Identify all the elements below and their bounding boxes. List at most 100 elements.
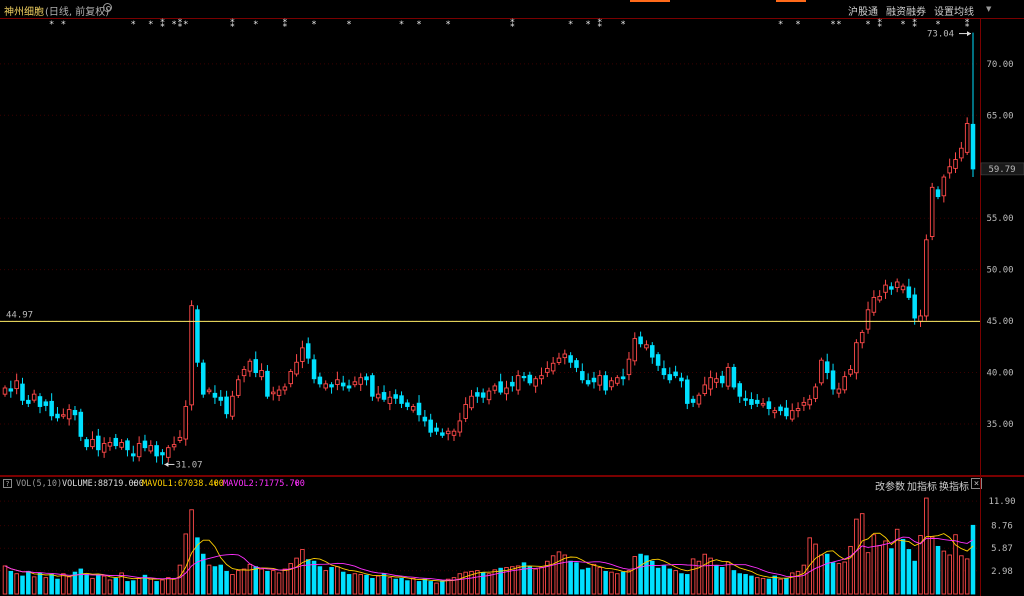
candle[interactable]	[101, 437, 107, 458]
volume-bar[interactable]	[317, 566, 323, 595]
volume-bar[interactable]	[964, 558, 970, 595]
candle[interactable]	[131, 445, 136, 462]
candle[interactable]	[556, 352, 562, 366]
candle[interactable]	[784, 400, 789, 420]
candle[interactable]	[632, 332, 638, 366]
event-marker[interactable]: ⁑	[178, 18, 183, 30]
candle[interactable]	[393, 389, 398, 404]
volume-bar[interactable]	[358, 574, 363, 595]
volume-bar[interactable]	[78, 568, 84, 595]
volume-bar[interactable]	[824, 553, 830, 595]
volume-bar[interactable]	[8, 570, 14, 595]
candle[interactable]	[900, 283, 906, 294]
volume-bar[interactable]	[871, 534, 877, 595]
candle[interactable]	[148, 440, 154, 454]
volume-bar[interactable]	[760, 577, 766, 595]
volume-bar[interactable]	[31, 576, 37, 595]
candle[interactable]	[591, 371, 597, 389]
volume-bar[interactable]	[597, 567, 603, 595]
volume-bar[interactable]	[865, 552, 871, 595]
volume-bar[interactable]	[463, 571, 468, 595]
candle[interactable]	[754, 394, 760, 408]
candle[interactable]	[37, 393, 43, 414]
volume-bar[interactable]	[906, 549, 912, 595]
candle[interactable]	[854, 339, 859, 380]
candle[interactable]	[434, 422, 439, 435]
volume-bar[interactable]	[14, 573, 19, 595]
volume-bar[interactable]	[970, 524, 976, 595]
candle[interactable]	[918, 309, 923, 327]
margin-trading-button[interactable]: 融资融券	[886, 3, 926, 18]
candle[interactable]	[807, 394, 812, 410]
volume-bar[interactable]	[708, 557, 713, 595]
candle[interactable]	[364, 373, 369, 386]
candle[interactable]	[422, 410, 428, 427]
candle[interactable]	[259, 363, 264, 381]
candle[interactable]	[142, 434, 148, 452]
volume-bar[interactable]	[521, 562, 527, 595]
candle[interactable]	[253, 351, 259, 378]
candle[interactable]	[644, 340, 649, 351]
volume-bar[interactable]	[96, 574, 101, 595]
volume-bar[interactable]	[84, 574, 89, 595]
volume-bar[interactable]	[924, 497, 929, 595]
candle[interactable]	[352, 376, 358, 388]
volume-bar[interactable]	[224, 570, 229, 595]
candle[interactable]	[824, 353, 830, 380]
event-marker[interactable]: ⁑	[160, 18, 165, 30]
volume-bar[interactable]	[626, 570, 632, 595]
hk-connect-button[interactable]: 沪股通	[848, 3, 878, 18]
volume-bar[interactable]	[941, 550, 947, 595]
candle[interactable]	[568, 352, 573, 368]
candle[interactable]	[772, 407, 777, 419]
candle[interactable]	[714, 372, 719, 388]
volume-bar[interactable]	[416, 581, 422, 595]
volume-bar[interactable]	[702, 553, 708, 595]
event-marker[interactable]: *	[568, 20, 573, 30]
volume-bar[interactable]	[772, 575, 777, 595]
volume-bar[interactable]	[574, 562, 579, 595]
candle[interactable]	[521, 372, 527, 382]
volume-bar[interactable]	[66, 576, 72, 595]
event-marker[interactable]: *	[796, 20, 801, 30]
candle[interactable]	[574, 358, 579, 373]
candle[interactable]	[953, 152, 958, 174]
candle[interactable]	[346, 379, 352, 392]
volume-bar[interactable]	[556, 551, 562, 595]
volume-bar[interactable]	[638, 553, 643, 595]
candle[interactable]	[737, 381, 743, 403]
candle[interactable]	[766, 397, 772, 416]
candle[interactable]	[801, 397, 807, 411]
candle[interactable]	[183, 400, 189, 446]
volume-bar[interactable]	[55, 578, 60, 595]
event-marker[interactable]: *	[131, 20, 136, 30]
candle[interactable]	[597, 370, 603, 391]
candle[interactable]	[311, 354, 317, 384]
volume-bar[interactable]	[160, 579, 165, 595]
candle[interactable]	[667, 367, 673, 384]
volume-bar[interactable]	[486, 573, 492, 595]
volume-bar[interactable]	[340, 571, 346, 595]
candle[interactable]	[49, 393, 54, 421]
candle[interactable]	[317, 372, 323, 388]
event-marker[interactable]: *	[837, 20, 842, 30]
candle[interactable]	[498, 373, 503, 395]
candle[interactable]	[527, 371, 533, 386]
volume-bar[interactable]	[591, 563, 597, 595]
candle[interactable]	[14, 373, 19, 395]
volume-bar[interactable]	[20, 575, 25, 595]
event-marker[interactable]: *	[184, 20, 189, 30]
candle[interactable]	[270, 386, 276, 401]
candle[interactable]	[136, 436, 142, 462]
candle[interactable]	[445, 427, 451, 441]
volume-bar[interactable]	[311, 560, 317, 595]
volume-bar[interactable]	[346, 574, 352, 595]
candle[interactable]	[650, 342, 655, 364]
candle[interactable]	[708, 370, 713, 396]
event-marker[interactable]: *	[399, 20, 404, 30]
candle[interactable]	[125, 438, 130, 457]
candle[interactable]	[224, 390, 229, 419]
candle[interactable]	[836, 382, 842, 398]
event-marker[interactable]: *	[586, 20, 591, 30]
stock-name[interactable]: 神州细胞	[4, 3, 44, 18]
